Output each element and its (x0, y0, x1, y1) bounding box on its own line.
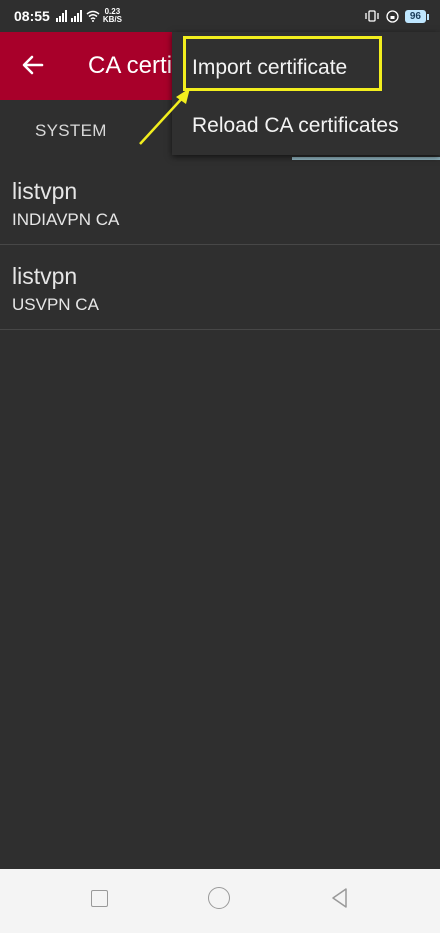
status-icons: 96 (364, 9, 430, 23)
vibrate-icon (365, 10, 379, 22)
certificate-issuer: USVPN CA (12, 295, 99, 314)
nav-recent-icon[interactable] (91, 890, 108, 907)
battery-icon: 96 (404, 9, 430, 23)
list-item[interactable]: listvpn INDIAVPN CA (0, 160, 440, 245)
certificate-list: listvpn INDIAVPN CA listvpn USVPN CA (0, 160, 440, 330)
annotation-arrow-icon (139, 88, 190, 145)
list-item[interactable]: listvpn USVPN CA (0, 245, 440, 330)
certificate-issuer: INDIAVPN CA (12, 210, 120, 229)
nav-back-icon[interactable] (330, 887, 348, 909)
alarm-icon (386, 9, 399, 23)
signal-icon (70, 10, 82, 22)
highlight-box (183, 36, 382, 91)
wifi-icon (86, 10, 100, 22)
nav-home-icon[interactable] (208, 887, 230, 909)
certificate-name: listvpn (12, 178, 78, 204)
status-time: 08:55 (14, 8, 50, 24)
navigation-bar (0, 869, 440, 933)
status-bar: 08:55 0.23 KB/S 96 (0, 0, 440, 32)
signal-icon (55, 10, 67, 22)
back-arrow-icon[interactable] (20, 52, 46, 78)
speed-unit: KB/S (102, 15, 122, 24)
reload-ca-certificates-menu-item[interactable]: Reload CA certificates (192, 114, 399, 138)
tab-system[interactable]: SYSTEM (35, 121, 107, 141)
certificate-name: listvpn (12, 263, 78, 289)
network-speed: 0.23 KB/S (103, 8, 122, 24)
